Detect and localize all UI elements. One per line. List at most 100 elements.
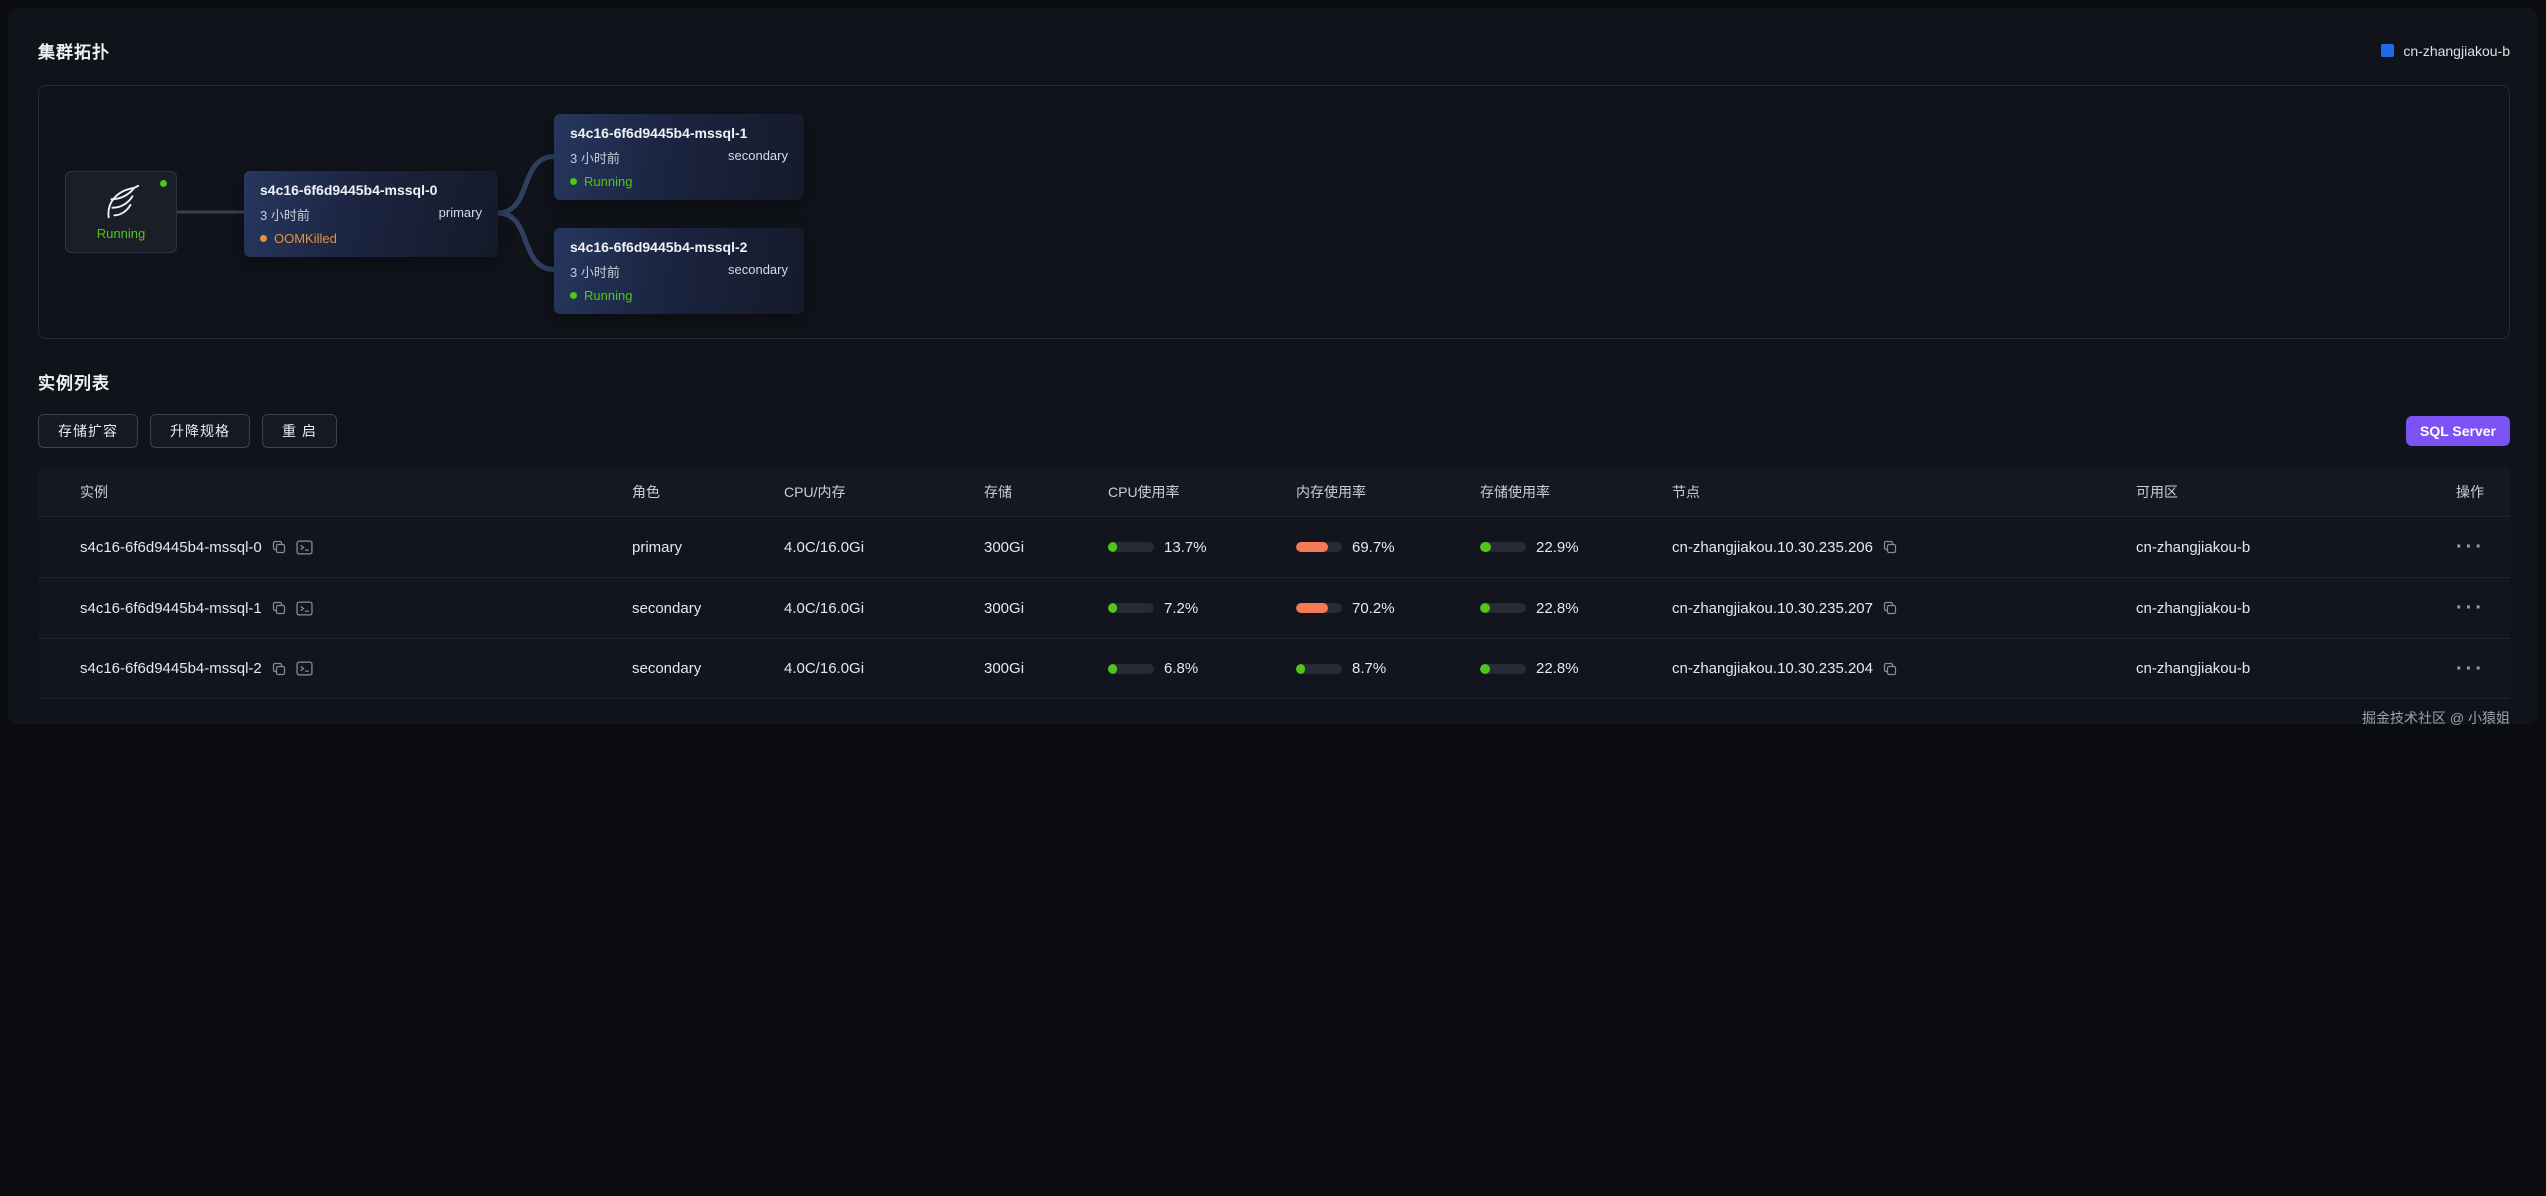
node-cell: cn-zhangjiakou.10.30.235.207 <box>1672 600 2136 617</box>
topology-panel: Running s4c16-6f6d9445b4-mssql-0 3 小时前 p… <box>38 85 2510 339</box>
pod-meta: 3 小时前 primary <box>260 205 482 224</box>
instance-table-body: s4c16-6f6d9445b4-mssql-0 primary 4.0C/16… <box>38 516 2510 699</box>
storage-cell: 300Gi <box>984 539 1108 556</box>
col-header-zone: 可用区 <box>2136 482 2456 502</box>
mem-usage-cell: 69.7% <box>1296 539 1480 556</box>
terminal-icon[interactable] <box>296 540 313 555</box>
role-cell: secondary <box>632 660 784 677</box>
pod-name: s4c16-6f6d9445b4-mssql-2 <box>570 239 788 255</box>
cpu-mem-cell: 4.0C/16.0Gi <box>784 539 984 556</box>
cpu-usage-value: 13.7% <box>1164 539 1207 556</box>
instance-actions-toolbar: 存储扩容 升降规格 重 启 SQL Server <box>38 414 2510 448</box>
cpu-usage-value: 7.2% <box>1164 600 1198 617</box>
watermark-text: 掘金技术社区 @ 小猿姐 <box>38 708 2510 728</box>
node-cell: cn-zhangjiakou.10.30.235.204 <box>1672 660 2136 677</box>
pod-status: Running <box>570 174 788 189</box>
resize-spec-button[interactable]: 升降规格 <box>150 414 250 448</box>
terminal-icon[interactable] <box>296 661 313 676</box>
pod-status: Running <box>570 288 788 303</box>
table-row: s4c16-6f6d9445b4-mssql-0 primary 4.0C/16… <box>38 516 2510 577</box>
usage-bar <box>1480 664 1526 674</box>
instance-table: 实例 角色 CPU/内存 存储 CPU使用率 内存使用率 存储使用率 节点 可用… <box>38 468 2510 699</box>
col-header-storage: 存储 <box>984 482 1108 502</box>
role-cell: secondary <box>632 600 784 617</box>
pod-age: 3 小时前 <box>570 148 620 167</box>
usage-bar <box>1108 664 1154 674</box>
col-header-instance: 实例 <box>80 482 632 502</box>
copy-icon[interactable] <box>272 662 286 676</box>
storage-cell: 300Gi <box>984 660 1108 677</box>
pod-age: 3 小时前 <box>570 262 620 281</box>
terminal-icon[interactable] <box>296 601 313 616</box>
storage-cell: 300Gi <box>984 600 1108 617</box>
usage-bar <box>1480 603 1526 613</box>
node-address: cn-zhangjiakou.10.30.235.204 <box>1672 660 1873 677</box>
engine-status-dot <box>160 180 167 187</box>
copy-icon[interactable] <box>1883 662 1897 676</box>
copy-icon[interactable] <box>1883 540 1897 554</box>
col-header-cpu-usage: CPU使用率 <box>1108 482 1296 502</box>
copy-icon[interactable] <box>272 601 286 615</box>
pod-age: 3 小时前 <box>260 205 310 224</box>
role-cell: primary <box>632 539 784 556</box>
more-actions-icon[interactable]: ··· <box>2456 603 2510 613</box>
usage-bar <box>1296 664 1342 674</box>
pod-card-primary[interactable]: s4c16-6f6d9445b4-mssql-0 3 小时前 primary O… <box>244 171 498 257</box>
mem-usage-value: 69.7% <box>1352 539 1395 556</box>
copy-icon[interactable] <box>1883 601 1897 615</box>
storage-usage-cell: 22.8% <box>1480 660 1672 677</box>
more-actions-icon[interactable]: ··· <box>2456 664 2510 674</box>
pod-name: s4c16-6f6d9445b4-mssql-1 <box>570 125 788 141</box>
instance-name: s4c16-6f6d9445b4-mssql-2 <box>80 660 262 677</box>
zone-cell: cn-zhangjiakou-b <box>2136 660 2456 677</box>
usage-bar <box>1296 603 1342 613</box>
node-address: cn-zhangjiakou.10.30.235.206 <box>1672 539 1873 556</box>
storage-usage-cell: 22.8% <box>1480 600 1672 617</box>
status-dot-icon <box>570 178 577 185</box>
engine-status-label: Running <box>97 226 145 241</box>
cluster-console: 集群拓扑 cn-zhangjiakou-b Running s4c16 <box>8 8 2538 724</box>
zone-legend-label: cn-zhangjiakou-b <box>2403 43 2510 59</box>
usage-bar <box>1108 603 1154 613</box>
instance-cell: s4c16-6f6d9445b4-mssql-2 <box>80 660 632 677</box>
topology-title: 集群拓扑 <box>38 38 110 63</box>
expand-storage-button[interactable]: 存储扩容 <box>38 414 138 448</box>
storage-usage-value: 22.9% <box>1536 539 1579 556</box>
storage-usage-value: 22.8% <box>1536 660 1579 677</box>
mem-usage-value: 8.7% <box>1352 660 1386 677</box>
usage-bar <box>1108 542 1154 552</box>
usage-bar <box>1480 542 1526 552</box>
col-header-mem-usage: 内存使用率 <box>1296 482 1480 502</box>
more-actions-icon[interactable]: ··· <box>2456 542 2510 552</box>
pod-card-secondary-1[interactable]: s4c16-6f6d9445b4-mssql-1 3 小时前 secondary… <box>554 114 804 200</box>
instance-cell: s4c16-6f6d9445b4-mssql-1 <box>80 600 632 617</box>
pod-status-label: Running <box>584 174 632 189</box>
mem-usage-cell: 70.2% <box>1296 600 1480 617</box>
table-row: s4c16-6f6d9445b4-mssql-2 secondary 4.0C/… <box>38 638 2510 699</box>
cpu-usage-cell: 7.2% <box>1108 600 1296 617</box>
instance-name: s4c16-6f6d9445b4-mssql-0 <box>80 539 262 556</box>
table-row: s4c16-6f6d9445b4-mssql-1 secondary 4.0C/… <box>38 577 2510 638</box>
instance-name: s4c16-6f6d9445b4-mssql-1 <box>80 600 262 617</box>
copy-icon[interactable] <box>272 540 286 554</box>
pod-meta: 3 小时前 secondary <box>570 148 788 167</box>
instance-cell: s4c16-6f6d9445b4-mssql-0 <box>80 539 632 556</box>
cpu-mem-cell: 4.0C/16.0Gi <box>784 600 984 617</box>
restart-button[interactable]: 重 启 <box>262 414 337 448</box>
col-header-role: 角色 <box>632 482 784 502</box>
engine-tile[interactable]: Running <box>65 171 177 253</box>
usage-bar <box>1296 542 1342 552</box>
sql-server-logo-icon <box>99 184 143 222</box>
col-header-storage-usage: 存储使用率 <box>1480 482 1672 502</box>
storage-usage-value: 22.8% <box>1536 600 1579 617</box>
topology-header: 集群拓扑 cn-zhangjiakou-b <box>38 38 2510 63</box>
col-header-actions: 操作 <box>2456 482 2510 502</box>
cpu-usage-value: 6.8% <box>1164 660 1198 677</box>
node-cell: cn-zhangjiakou.10.30.235.206 <box>1672 539 2136 556</box>
pod-card-secondary-2[interactable]: s4c16-6f6d9445b4-mssql-2 3 小时前 secondary… <box>554 228 804 314</box>
col-header-node: 节点 <box>1672 482 2136 502</box>
engine-type-button[interactable]: SQL Server <box>2406 416 2510 446</box>
pod-meta: 3 小时前 secondary <box>570 262 788 281</box>
storage-usage-cell: 22.9% <box>1480 539 1672 556</box>
node-address: cn-zhangjiakou.10.30.235.207 <box>1672 600 1873 617</box>
